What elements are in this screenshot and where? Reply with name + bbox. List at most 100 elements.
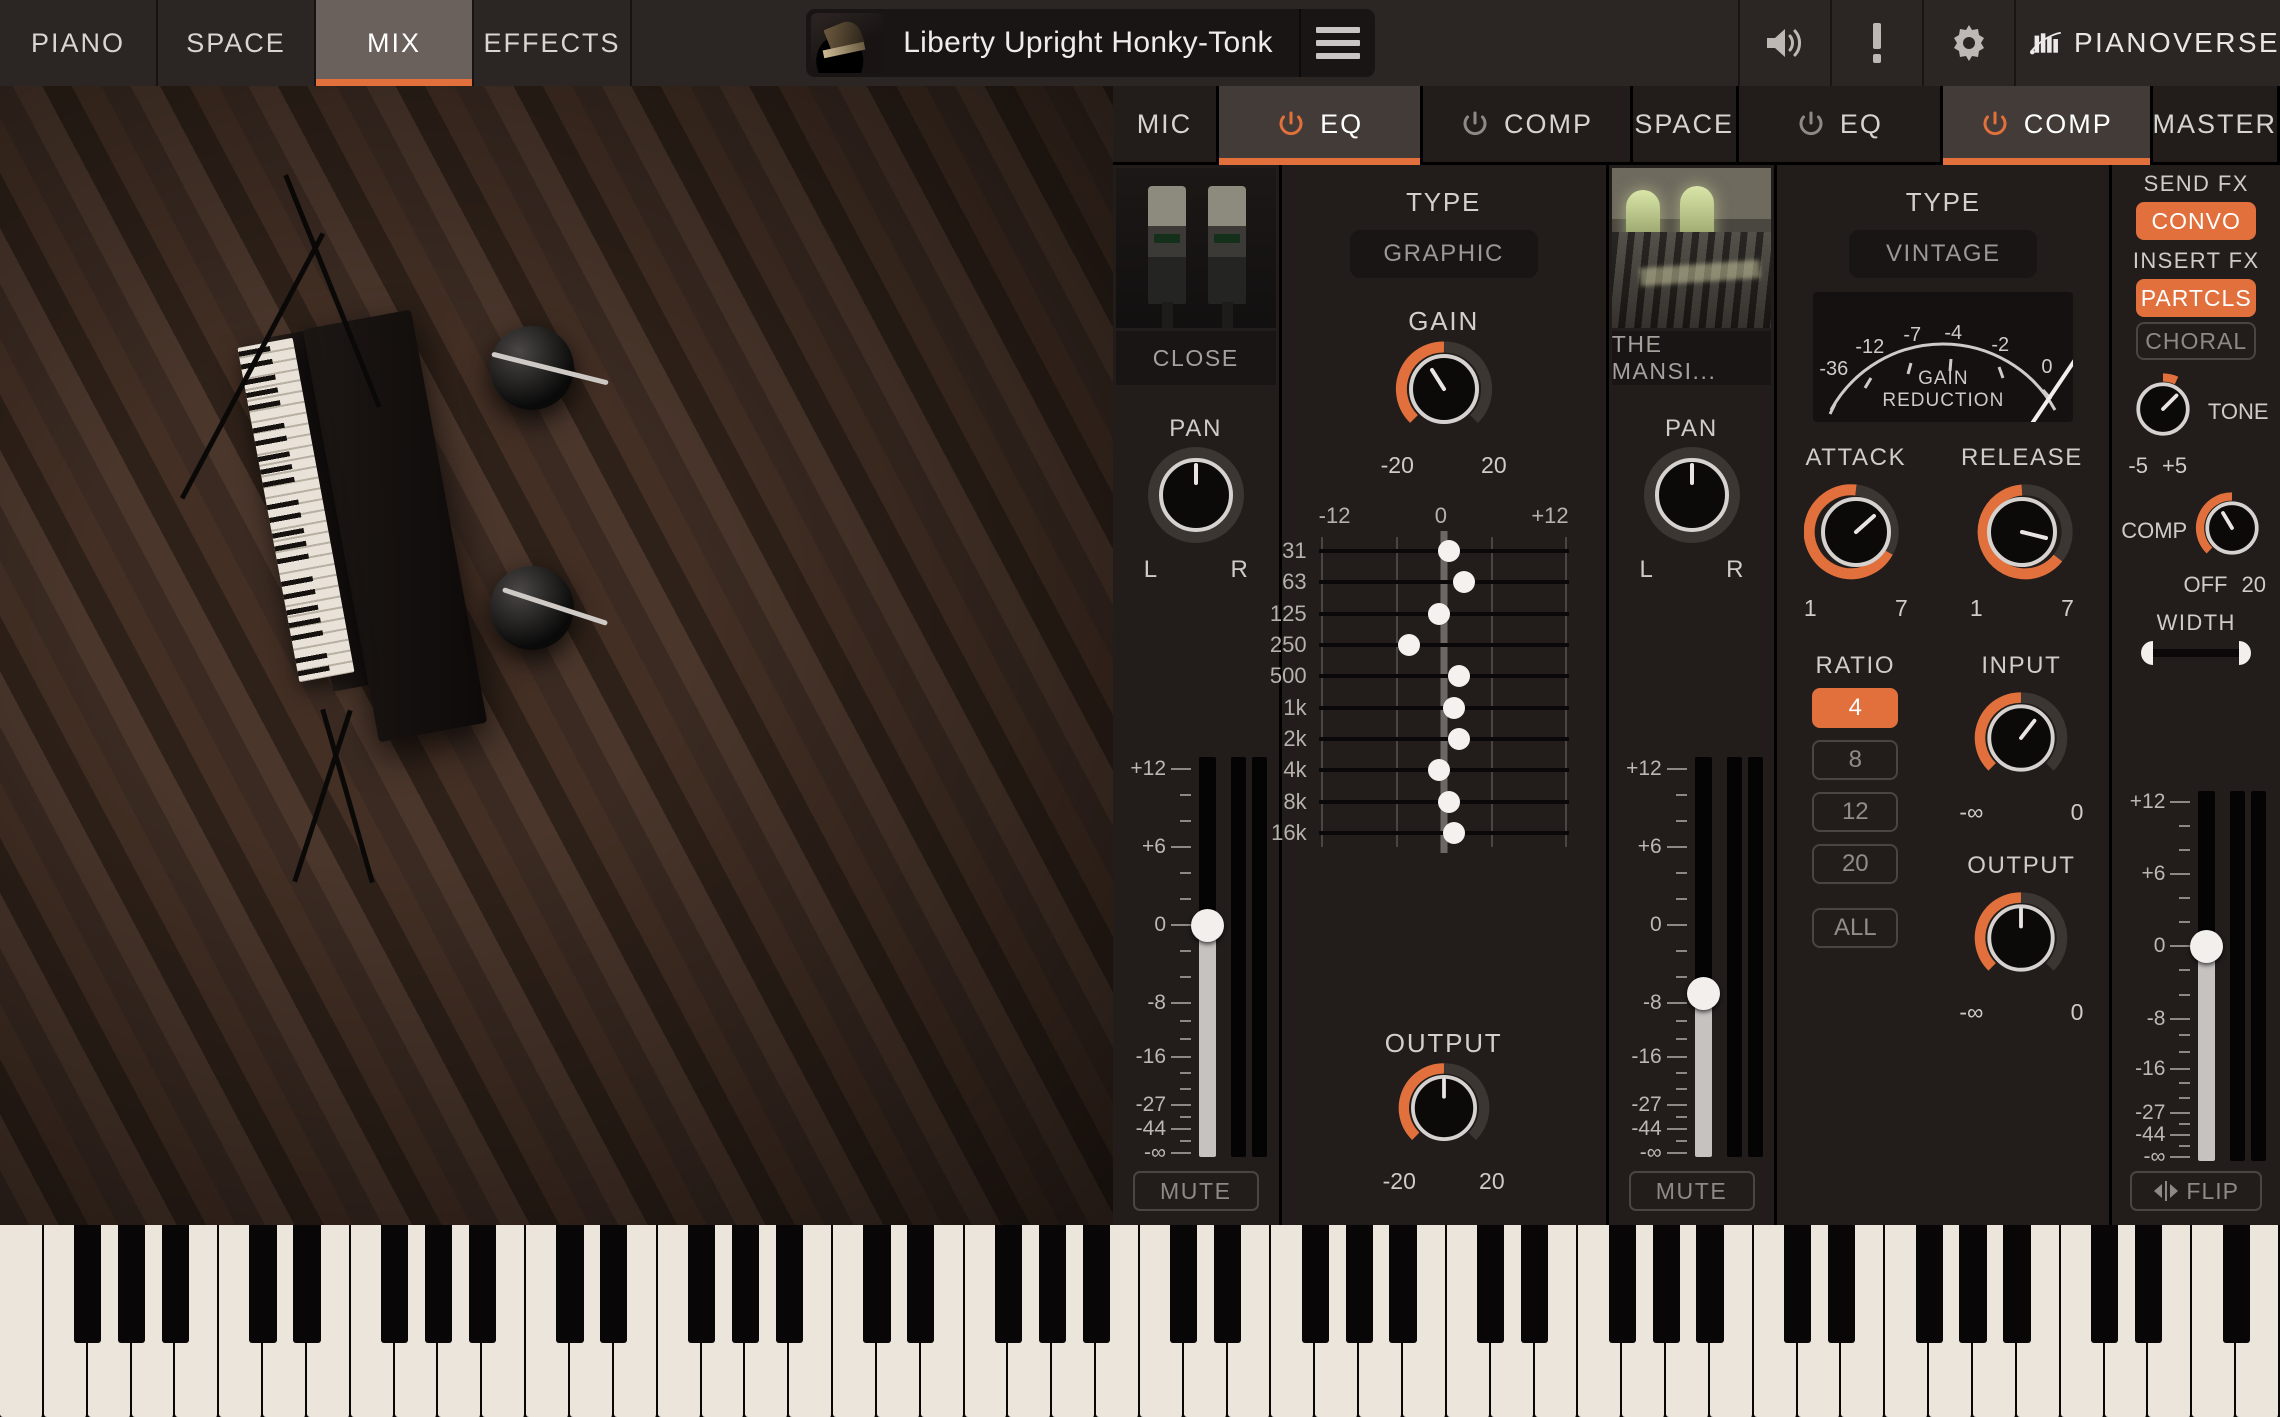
eq-band-handle[interactable] <box>1448 728 1470 750</box>
comp-ratio-control[interactable]: RATIO 4 8 12 20 ALL <box>1790 652 1920 960</box>
piano-black-key[interactable] <box>74 1225 101 1343</box>
strip-tab-space[interactable]: SPACE <box>1633 86 1736 162</box>
eq-band-track[interactable] <box>1319 643 1569 647</box>
master-tone-control[interactable]: TONE <box>2112 370 2280 453</box>
mic-fader-track[interactable] <box>1199 757 1216 1157</box>
piano-black-key[interactable] <box>1609 1225 1636 1343</box>
piano-black-key[interactable] <box>1696 1225 1723 1343</box>
master-fader-thumb[interactable] <box>2190 930 2223 963</box>
piano-black-key[interactable] <box>2091 1225 2118 1343</box>
piano-black-key[interactable] <box>1477 1225 1504 1343</box>
master-comp-control[interactable]: COMP <box>2112 489 2280 572</box>
tab-effects[interactable]: EFFECTS <box>474 0 632 86</box>
piano-black-key[interactable] <box>688 1225 715 1343</box>
piano-black-key[interactable] <box>1083 1225 1110 1343</box>
comp-output-control[interactable]: OUTPUT -∞ 0 <box>1946 852 2096 1026</box>
mic-mute-button[interactable]: MUTE <box>1133 1171 1259 1211</box>
piano-black-key[interactable] <box>907 1225 934 1343</box>
ratio-option-all[interactable]: ALL <box>1812 908 1898 948</box>
power-icon[interactable] <box>1460 109 1490 139</box>
piano-black-key[interactable] <box>776 1225 803 1343</box>
space-name-label[interactable]: THE MANSI... <box>1612 331 1772 385</box>
comp-output-knob[interactable] <box>1971 888 2071 993</box>
master-send-fx-convo-button[interactable]: CONVO <box>2136 202 2256 240</box>
piano-black-key[interactable] <box>249 1225 276 1343</box>
piano-black-key[interactable] <box>1521 1225 1548 1343</box>
piano-black-key[interactable] <box>469 1225 496 1343</box>
strip-tab-eq-space[interactable]: EQ <box>1739 86 1940 162</box>
mic-fader-thumb[interactable] <box>1191 909 1224 942</box>
comp-input-control[interactable]: INPUT -∞ 0 <box>1946 652 2096 826</box>
comp-attack-knob[interactable] <box>1804 480 1908 589</box>
piano-black-key[interactable] <box>1653 1225 1680 1343</box>
space-mute-button[interactable]: MUTE <box>1629 1171 1755 1211</box>
space-fader-track[interactable] <box>1695 757 1712 1157</box>
piano-black-key[interactable] <box>1389 1225 1416 1343</box>
comp-input-knob[interactable] <box>1971 688 2071 793</box>
comp-release-control[interactable]: RELEASE 1 7 <box>1961 444 2083 622</box>
master-fader-track[interactable] <box>2198 791 2215 1161</box>
piano-black-key[interactable] <box>732 1225 759 1343</box>
piano-black-key[interactable] <box>1784 1225 1811 1343</box>
mic-pan-knob[interactable] <box>1144 443 1248 552</box>
strip-tab-comp-space[interactable]: COMP <box>1943 86 2149 162</box>
eq-type-value[interactable]: GRAPHIC <box>1350 230 1538 278</box>
piano-black-key[interactable] <box>1346 1225 1373 1343</box>
strip-tab-master[interactable]: MASTER <box>2153 86 2278 162</box>
piano-black-key[interactable] <box>1828 1225 1855 1343</box>
master-insert-fx-partcls-button[interactable]: PARTCLS <box>2136 279 2256 317</box>
preset-selector[interactable]: Liberty Upright Honky-Tonk <box>806 9 1375 77</box>
piano-black-key[interactable] <box>1916 1225 1943 1343</box>
piano-white-key[interactable] <box>0 1225 44 1417</box>
strip-tab-eq-mic[interactable]: EQ <box>1219 86 1420 162</box>
power-icon[interactable] <box>1276 109 1306 139</box>
space-fader-thumb[interactable] <box>1687 977 1720 1010</box>
space-pan-knob[interactable] <box>1640 443 1744 552</box>
tab-piano[interactable]: PIANO <box>0 0 158 86</box>
mic-fader[interactable]: +12 +6 0 -8 -16 <box>1113 757 1279 1157</box>
piano-black-key[interactable] <box>1959 1225 1986 1343</box>
piano-black-key[interactable] <box>1039 1225 1066 1343</box>
piano-black-key[interactable] <box>1170 1225 1197 1343</box>
space-fader[interactable]: +12 +6 0 -8 -16 <box>1609 757 1775 1157</box>
gear-icon[interactable] <box>1922 0 2014 86</box>
ratio-option-20[interactable]: 20 <box>1812 844 1898 884</box>
piano-black-key[interactable] <box>995 1225 1022 1343</box>
ratio-option-8[interactable]: 8 <box>1812 740 1898 780</box>
piano-black-key[interactable] <box>2003 1225 2030 1343</box>
piano-black-key[interactable] <box>2223 1225 2250 1343</box>
alert-icon[interactable] <box>1830 0 1922 86</box>
eq-band-handle[interactable] <box>1443 822 1465 844</box>
piano-black-key[interactable] <box>162 1225 189 1343</box>
mic-position-label[interactable]: CLOSE <box>1116 331 1276 385</box>
tab-mix[interactable]: MIX <box>316 0 474 86</box>
power-icon[interactable] <box>1796 109 1826 139</box>
eq-band-track[interactable] <box>1319 580 1569 584</box>
eq-band-handle[interactable] <box>1428 603 1450 625</box>
piano-black-key[interactable] <box>600 1225 627 1343</box>
eq-band-handle[interactable] <box>1443 697 1465 719</box>
master-flip-button[interactable]: FLIP <box>2130 1171 2262 1211</box>
eq-band-track[interactable] <box>1319 674 1569 678</box>
piano-black-key[interactable] <box>425 1225 452 1343</box>
piano-keyboard[interactable] <box>0 1225 2280 1417</box>
master-tone-knob[interactable] <box>2124 370 2202 453</box>
eq-output-knob[interactable] <box>1395 1059 1493 1162</box>
eq-band-handle[interactable] <box>1438 791 1460 813</box>
comp-attack-control[interactable]: ATTACK 1 7 <box>1804 444 1908 622</box>
eq-band-handle[interactable] <box>1438 540 1460 562</box>
menu-icon[interactable] <box>1299 9 1375 77</box>
piano-black-key[interactable] <box>381 1225 408 1343</box>
piano-black-key[interactable] <box>118 1225 145 1343</box>
master-fader[interactable]: +12 +6 0 -8 -16 <box>2112 791 2280 1161</box>
master-insert-fx-choral-button[interactable]: CHORAL <box>2136 322 2256 360</box>
tab-space[interactable]: SPACE <box>158 0 316 86</box>
eq-band-handle[interactable] <box>1398 634 1420 656</box>
comp-type-value[interactable]: VINTAGE <box>1849 230 2037 278</box>
piano-black-key[interactable] <box>293 1225 320 1343</box>
piano-black-key[interactable] <box>863 1225 890 1343</box>
space-pan-control[interactable]: PAN L R <box>1609 415 1775 584</box>
eq-graphic-grid[interactable]: 31631252505001k2k4k8k16k <box>1319 537 1569 847</box>
power-icon[interactable] <box>1980 109 2010 139</box>
master-comp-knob[interactable] <box>2193 489 2271 572</box>
